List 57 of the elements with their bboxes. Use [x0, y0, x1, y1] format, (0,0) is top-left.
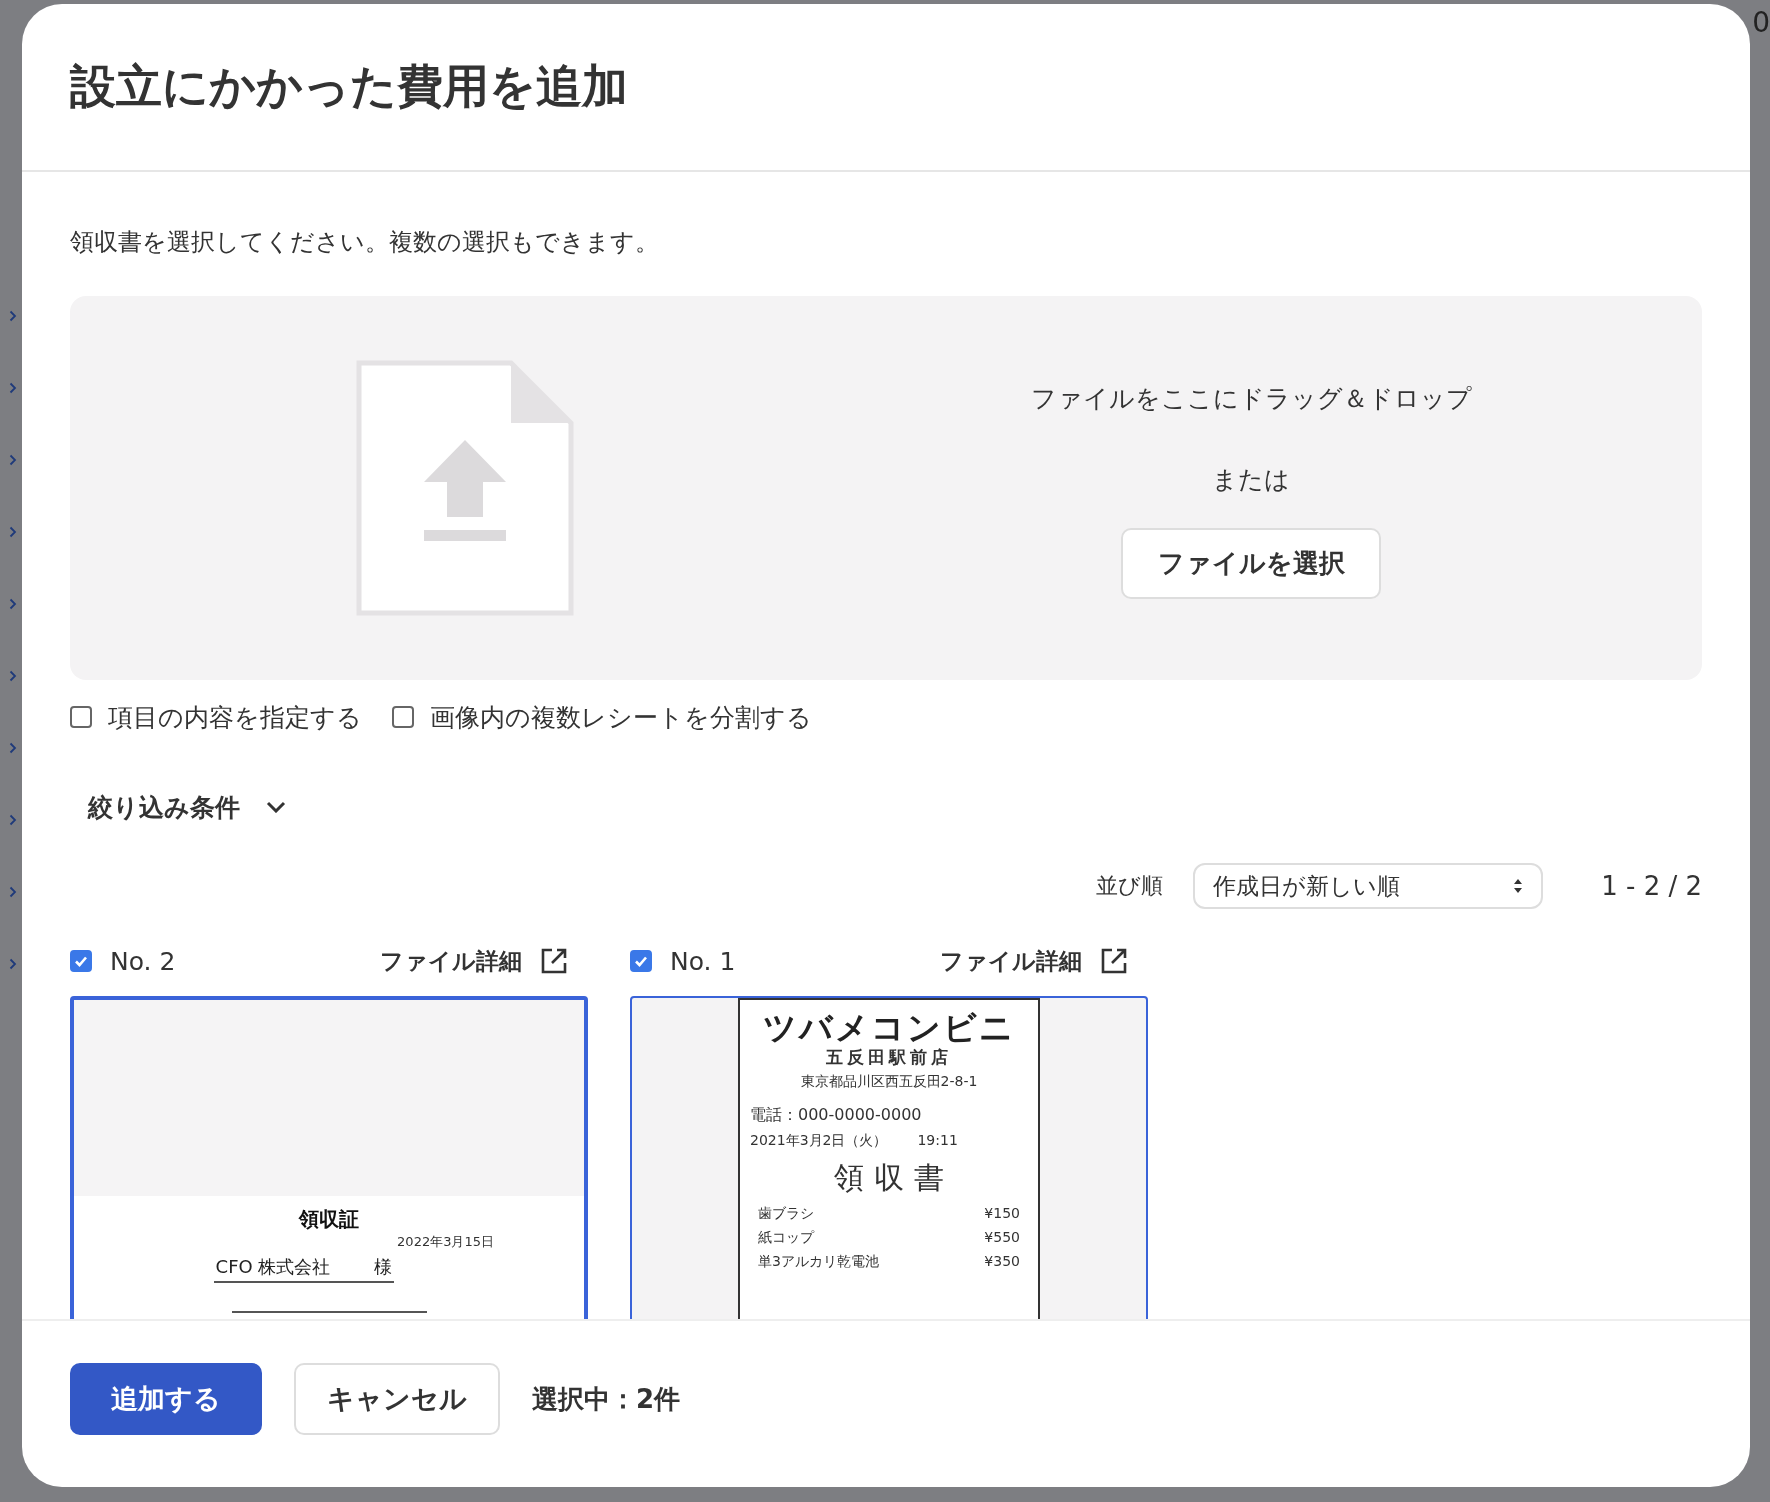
chevron-icon	[9, 382, 17, 394]
drop-prompt: ファイルをここにドラッグ＆ドロップ	[1030, 383, 1472, 415]
dialog-title: 設立にかかった費用を追加	[70, 58, 628, 115]
file-upload-icon	[356, 360, 574, 616]
item-price: ¥350	[984, 1253, 1020, 1272]
checkbox[interactable]	[392, 706, 414, 728]
chevron-icon	[9, 814, 17, 826]
file-detail-link[interactable]: ファイル詳細	[940, 945, 1082, 977]
file-number: No. 1	[670, 946, 736, 976]
chevron-icon	[9, 310, 17, 322]
choose-file-button[interactable]: ファイルを選択	[1121, 528, 1381, 599]
or-text: または	[1212, 464, 1290, 496]
checkbox[interactable]	[630, 950, 652, 972]
result-count: 1 - 2 / 2	[1601, 871, 1702, 901]
cancel-button[interactable]: キャンセル	[294, 1363, 500, 1435]
sort-select[interactable]: 作成日が新しい順	[1193, 863, 1544, 909]
item-name: 紙コップ	[758, 1229, 814, 1248]
chevron-icon	[9, 742, 17, 754]
up-down-arrows-icon	[1513, 877, 1524, 895]
chevron-down-icon[interactable]	[266, 801, 286, 813]
instruction-text: 領収書を選択してください。複数の選択もできます。	[70, 227, 660, 258]
document-title: 領収証	[299, 1206, 359, 1233]
store-address: 東京都品川区西五反田2-8-1	[800, 1073, 978, 1092]
item-price: ¥150	[984, 1205, 1020, 1224]
item-price: ¥550	[984, 1229, 1020, 1248]
chevron-icon	[9, 886, 17, 898]
file-preview[interactable]: 領収証 2022年3月15日 CFO 株式会社 様	[70, 996, 588, 1319]
selection-status: 選択中：2件	[532, 1382, 681, 1416]
file-number: No. 2	[110, 946, 176, 976]
item-name: 単3アルカリ乾電池	[758, 1253, 879, 1272]
addressee-line: CFO 株式会社 様	[213, 1255, 395, 1283]
external-link-icon[interactable]	[1100, 947, 1128, 975]
chevron-icon	[9, 454, 17, 466]
chevron-icon	[9, 670, 17, 682]
chevron-icon	[9, 526, 17, 538]
drop-zone[interactable]: ファイルをここにドラッグ＆ドロップ または ファイルを選択	[70, 296, 1702, 680]
checkbox[interactable]	[70, 706, 92, 728]
chevron-icon	[9, 958, 17, 970]
item-name: 歯ブラシ	[758, 1205, 814, 1224]
document-title: 領 収 書	[834, 1159, 944, 1198]
option-label[interactable]: 画像内の複数レシートを分割する	[430, 700, 812, 734]
phone-number: 電話：000-0000-0000	[750, 1105, 922, 1127]
file-preview[interactable]: ツバメコンビニ 五反田駅前店 東京都品川区西五反田2-8-1 電話：000-0000-0000 2021年3月2日（火） 19:11 領 収 書 歯ブラシ ¥150 紙コップ ¥550 単3アルカリ乾電池 ¥350	[630, 996, 1148, 1319]
page-text: 0	[1752, 6, 1770, 39]
option-label[interactable]: 項目の内容を指定する	[108, 700, 362, 734]
checkbox[interactable]	[70, 950, 92, 972]
document-date: 2022年3月15日	[397, 1233, 494, 1251]
external-link-icon[interactable]	[540, 947, 568, 975]
receipt-date: 2021年3月2日（火）	[750, 1132, 888, 1151]
sort-label: 並び順	[1096, 872, 1164, 900]
receipt-time: 19:11	[917, 1132, 958, 1151]
add-button[interactable]: 追加する	[70, 1363, 262, 1435]
filter-toggle[interactable]: 絞り込み条件	[88, 790, 240, 824]
branch-name: 五反田駅前店	[826, 1046, 952, 1070]
store-name: ツバメコンビニ	[763, 1010, 1015, 1047]
file-detail-link[interactable]: ファイル詳細	[380, 945, 522, 977]
chevron-icon	[9, 598, 17, 610]
